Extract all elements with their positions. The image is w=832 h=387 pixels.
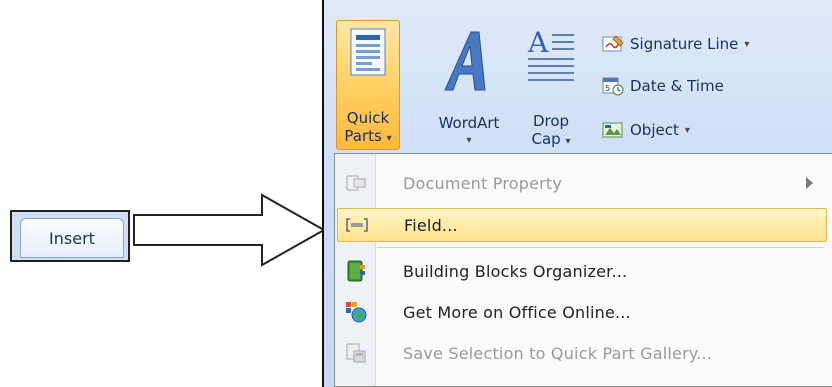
svg-text:5: 5 bbox=[605, 84, 610, 93]
chevron-down-icon: ▾ bbox=[466, 135, 472, 146]
quick-parts-label-line1: Quick bbox=[346, 109, 390, 127]
menu-item-field[interactable]: Field... bbox=[337, 208, 827, 242]
ribbon-text-group: Quick Parts ▾ WordArt ▾ A Drop Cap ▾ Sig… bbox=[322, 0, 832, 387]
date-time-label: Date & Time bbox=[630, 77, 724, 95]
menu-item-label: Get More on Office Online... bbox=[403, 302, 631, 322]
building-blocks-icon bbox=[347, 260, 365, 282]
menu-item-label: Save Selection to Quick Part Gallery... bbox=[403, 343, 713, 363]
pointer-arrow-icon bbox=[133, 193, 327, 267]
menu-item-label: Building Blocks Organizer... bbox=[403, 261, 628, 281]
document-property-icon bbox=[346, 175, 366, 191]
tab-insert[interactable]: Insert bbox=[20, 218, 124, 258]
wordart-button[interactable]: WordArt ▾ bbox=[424, 20, 514, 150]
menu-item-save-selection[interactable]: Save Selection to Quick Part Gallery... bbox=[337, 336, 827, 370]
object-button[interactable]: Object ▾ bbox=[602, 118, 690, 142]
drop-cap-label-line1: Drop bbox=[532, 112, 570, 130]
save-selection-icon bbox=[346, 343, 366, 363]
object-icon bbox=[602, 122, 623, 138]
signature-line-label: Signature Line bbox=[630, 35, 739, 53]
svg-text:A: A bbox=[527, 26, 549, 59]
field-icon bbox=[346, 218, 368, 232]
menu-item-label: Document Property bbox=[403, 173, 563, 193]
menu-separator bbox=[377, 247, 823, 248]
chevron-down-icon: ▾ bbox=[744, 38, 750, 50]
drop-cap-label-line2: Cap bbox=[531, 130, 561, 148]
insert-tab-callout: Insert bbox=[10, 210, 130, 262]
chevron-down-icon: ▾ bbox=[684, 124, 690, 136]
quick-parts-menu: Document Property Field... Building Bloc… bbox=[334, 153, 832, 387]
signature-pen-icon bbox=[602, 35, 624, 52]
signature-line-button[interactable]: Signature Line ▾ bbox=[602, 32, 749, 56]
calendar-clock-icon: 5 bbox=[602, 77, 624, 96]
drop-cap-icon: A bbox=[527, 26, 574, 81]
office-online-icon bbox=[346, 302, 367, 323]
chevron-down-icon: ▾ bbox=[565, 136, 571, 147]
menu-item-building-blocks-organizer[interactable]: Building Blocks Organizer... bbox=[337, 254, 827, 288]
wordart-label: WordArt bbox=[438, 114, 500, 132]
tab-insert-label: Insert bbox=[49, 228, 95, 248]
menu-item-get-more-office-online[interactable]: Get More on Office Online... bbox=[337, 295, 827, 329]
chevron-down-icon: ▾ bbox=[386, 133, 392, 144]
menu-item-label: Field... bbox=[404, 215, 458, 235]
quick-parts-icon bbox=[350, 28, 386, 76]
wordart-icon bbox=[444, 31, 486, 91]
quick-parts-button[interactable]: Quick Parts ▾ bbox=[336, 20, 400, 150]
object-label: Object bbox=[630, 121, 679, 139]
quick-parts-label-line2: Parts bbox=[344, 127, 382, 145]
submenu-arrow-icon bbox=[806, 177, 813, 189]
menu-item-document-property[interactable]: Document Property bbox=[337, 166, 827, 200]
date-time-button[interactable]: 5 Date & Time bbox=[602, 74, 724, 98]
drop-cap-button[interactable]: A Drop Cap ▾ bbox=[522, 20, 580, 150]
